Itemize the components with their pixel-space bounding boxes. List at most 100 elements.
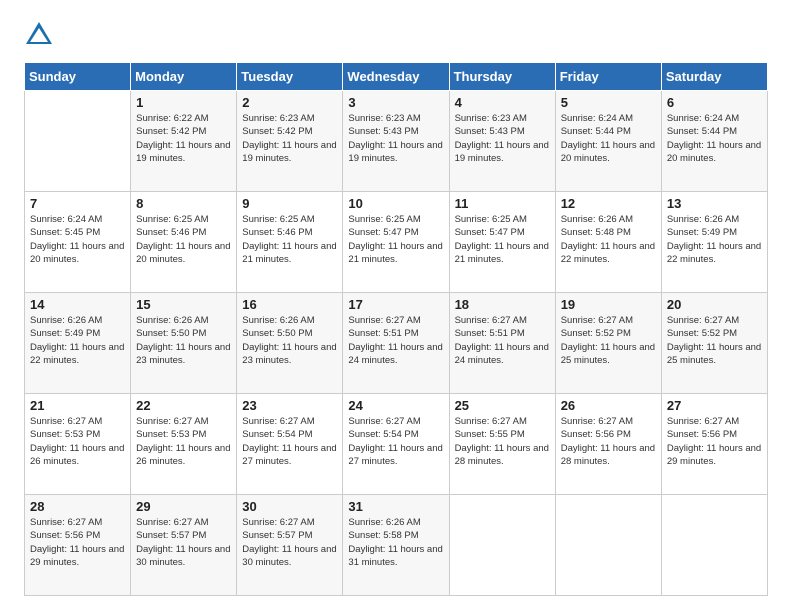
day-info: Sunrise: 6:26 AMSunset: 5:48 PMDaylight:… (561, 213, 656, 266)
page: SundayMondayTuesdayWednesdayThursdayFrid… (0, 0, 792, 612)
calendar-header: SundayMondayTuesdayWednesdayThursdayFrid… (25, 63, 768, 91)
day-number: 6 (667, 95, 762, 110)
calendar-cell: 5Sunrise: 6:24 AMSunset: 5:44 PMDaylight… (555, 91, 661, 192)
calendar-cell (449, 495, 555, 596)
calendar-cell: 28 Sunrise: 6:27 AMSunset: 5:56 PMDayligh… (25, 495, 131, 596)
calendar-cell (25, 91, 131, 192)
calendar-cell: 7 Sunrise: 6:24 AMSunset: 5:45 PMDaylight… (25, 192, 131, 293)
day-number: 8 (136, 196, 231, 211)
day-number: 29 (136, 499, 231, 514)
day-number: 18 (455, 297, 550, 312)
weekday-header-tuesday: Tuesday (237, 63, 343, 91)
calendar-cell: 1 Sunrise: 6:22 AMSunset: 5:42 PMDaylight… (131, 91, 237, 192)
day-info: Sunrise: 6:25 AMSunset: 5:47 PMDaylight:… (455, 213, 550, 266)
calendar-cell: 20 Sunrise: 6:27 AMSunset: 5:52 PMDayligh… (661, 293, 767, 394)
day-info: Sunrise: 6:27 AMSunset: 5:56 PMDaylight:… (30, 516, 125, 569)
calendar-body: 1 Sunrise: 6:22 AMSunset: 5:42 PMDaylight… (25, 91, 768, 596)
day-info: Sunrise: 6:26 AMSunset: 5:49 PMDaylight:… (667, 213, 762, 266)
day-info: Sunrise: 6:27 AMSunset: 5:54 PMDaylight:… (242, 415, 337, 468)
day-info: Sunrise: 6:26 AMSunset: 5:50 PMDaylight:… (242, 314, 337, 367)
calendar-cell: 10Sunrise: 6:25 AMSunset: 5:47 PMDayligh… (343, 192, 449, 293)
calendar-table: SundayMondayTuesdayWednesdayThursdayFrid… (24, 62, 768, 596)
day-info: Sunrise: 6:24 AMSunset: 5:45 PMDaylight:… (30, 213, 125, 266)
calendar-cell: 23 Sunrise: 6:27 AMSunset: 5:54 PMDayligh… (237, 394, 343, 495)
week-row-3: 21Sunrise: 6:27 AMSunset: 5:53 PMDayligh… (25, 394, 768, 495)
calendar-cell: 30 Sunrise: 6:27 AMSunset: 5:57 PMDayligh… (237, 495, 343, 596)
weekday-header-thursday: Thursday (449, 63, 555, 91)
day-number: 27 (667, 398, 762, 413)
day-info: Sunrise: 6:26 AMSunset: 5:58 PMDaylight:… (348, 516, 443, 569)
calendar-cell: 22 Sunrise: 6:27 AMSunset: 5:53 PMDayligh… (131, 394, 237, 495)
day-info: Sunrise: 6:27 AMSunset: 5:52 PMDaylight:… (667, 314, 762, 367)
calendar-cell: 17 Sunrise: 6:27 AMSunset: 5:51 PMDayligh… (343, 293, 449, 394)
day-number: 14 (30, 297, 125, 312)
day-info: Sunrise: 6:27 AMSunset: 5:51 PMDaylight:… (455, 314, 550, 367)
day-number: 4 (455, 95, 550, 110)
week-row-2: 14Sunrise: 6:26 AMSunset: 5:49 PMDayligh… (25, 293, 768, 394)
day-info: Sunrise: 6:27 AMSunset: 5:57 PMDaylight:… (242, 516, 337, 569)
calendar-cell: 6Sunrise: 6:24 AMSunset: 5:44 PMDaylight… (661, 91, 767, 192)
day-info: Sunrise: 6:22 AMSunset: 5:42 PMDaylight:… (136, 112, 231, 165)
calendar-cell: 12 Sunrise: 6:26 AMSunset: 5:48 PMDayligh… (555, 192, 661, 293)
day-info: Sunrise: 6:27 AMSunset: 5:56 PMDaylight:… (667, 415, 762, 468)
calendar-cell: 21Sunrise: 6:27 AMSunset: 5:53 PMDayligh… (25, 394, 131, 495)
week-row-4: 28 Sunrise: 6:27 AMSunset: 5:56 PMDayligh… (25, 495, 768, 596)
day-number: 25 (455, 398, 550, 413)
day-number: 11 (455, 196, 550, 211)
calendar-cell: 31 Sunrise: 6:26 AMSunset: 5:58 PMDayligh… (343, 495, 449, 596)
day-number: 24 (348, 398, 443, 413)
weekday-header-row: SundayMondayTuesdayWednesdayThursdayFrid… (25, 63, 768, 91)
day-number: 23 (242, 398, 337, 413)
logo-icon (24, 20, 54, 50)
calendar-cell (555, 495, 661, 596)
weekday-header-sunday: Sunday (25, 63, 131, 91)
day-number: 13 (667, 196, 762, 211)
day-info: Sunrise: 6:27 AMSunset: 5:51 PMDaylight:… (348, 314, 443, 367)
day-number: 9 (242, 196, 337, 211)
day-info: Sunrise: 6:23 AMSunset: 5:43 PMDaylight:… (455, 112, 550, 165)
day-info: Sunrise: 6:27 AMSunset: 5:53 PMDaylight:… (30, 415, 125, 468)
day-info: Sunrise: 6:23 AMSunset: 5:43 PMDaylight:… (348, 112, 443, 165)
day-number: 17 (348, 297, 443, 312)
day-info: Sunrise: 6:27 AMSunset: 5:54 PMDaylight:… (348, 415, 443, 468)
day-number: 16 (242, 297, 337, 312)
day-info: Sunrise: 6:27 AMSunset: 5:52 PMDaylight:… (561, 314, 656, 367)
calendar-cell: 11 Sunrise: 6:25 AMSunset: 5:47 PMDayligh… (449, 192, 555, 293)
day-info: Sunrise: 6:26 AMSunset: 5:50 PMDaylight:… (136, 314, 231, 367)
day-number: 7 (30, 196, 125, 211)
calendar-cell: 27 Sunrise: 6:27 AMSunset: 5:56 PMDayligh… (661, 394, 767, 495)
day-number: 28 (30, 499, 125, 514)
calendar-cell: 15 Sunrise: 6:26 AMSunset: 5:50 PMDayligh… (131, 293, 237, 394)
calendar-cell: 2Sunrise: 6:23 AMSunset: 5:42 PMDaylight… (237, 91, 343, 192)
day-number: 22 (136, 398, 231, 413)
weekday-header-wednesday: Wednesday (343, 63, 449, 91)
day-number: 30 (242, 499, 337, 514)
day-number: 31 (348, 499, 443, 514)
weekday-header-saturday: Saturday (661, 63, 767, 91)
calendar-cell: 13 Sunrise: 6:26 AMSunset: 5:49 PMDayligh… (661, 192, 767, 293)
day-info: Sunrise: 6:27 AMSunset: 5:55 PMDaylight:… (455, 415, 550, 468)
calendar-cell: 29 Sunrise: 6:27 AMSunset: 5:57 PMDayligh… (131, 495, 237, 596)
day-info: Sunrise: 6:25 AMSunset: 5:46 PMDaylight:… (242, 213, 337, 266)
logo (24, 20, 58, 50)
calendar-cell: 25 Sunrise: 6:27 AMSunset: 5:55 PMDayligh… (449, 394, 555, 495)
calendar-cell (661, 495, 767, 596)
day-number: 3 (348, 95, 443, 110)
day-number: 10 (348, 196, 443, 211)
day-info: Sunrise: 6:27 AMSunset: 5:57 PMDaylight:… (136, 516, 231, 569)
day-info: Sunrise: 6:24 AMSunset: 5:44 PMDaylight:… (561, 112, 656, 165)
day-number: 19 (561, 297, 656, 312)
calendar-cell: 8Sunrise: 6:25 AMSunset: 5:46 PMDaylight… (131, 192, 237, 293)
calendar-cell: 16 Sunrise: 6:26 AMSunset: 5:50 PMDayligh… (237, 293, 343, 394)
calendar-cell: 9 Sunrise: 6:25 AMSunset: 5:46 PMDaylight… (237, 192, 343, 293)
calendar-cell: 19 Sunrise: 6:27 AMSunset: 5:52 PMDayligh… (555, 293, 661, 394)
day-info: Sunrise: 6:27 AMSunset: 5:53 PMDaylight:… (136, 415, 231, 468)
day-number: 15 (136, 297, 231, 312)
day-number: 12 (561, 196, 656, 211)
weekday-header-monday: Monday (131, 63, 237, 91)
day-number: 2 (242, 95, 337, 110)
header (24, 20, 768, 50)
day-number: 20 (667, 297, 762, 312)
day-number: 1 (136, 95, 231, 110)
day-number: 26 (561, 398, 656, 413)
